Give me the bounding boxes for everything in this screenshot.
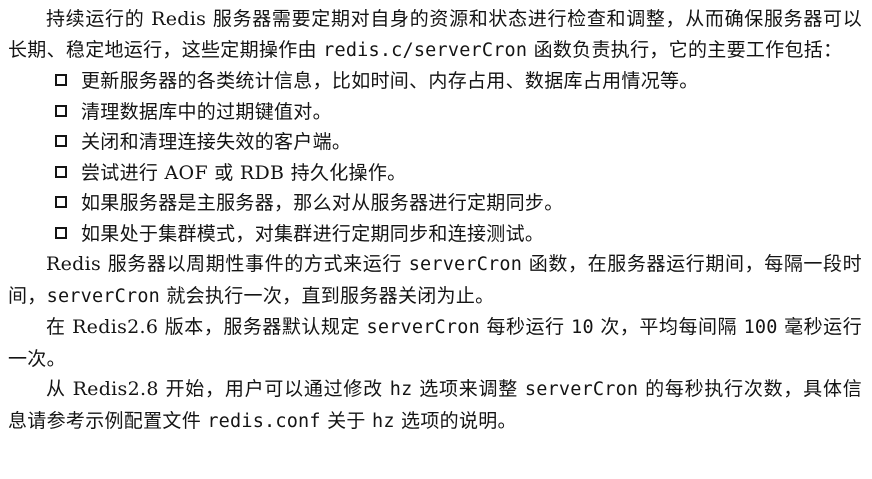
document-page: 持续运行的 Redis 服务器需要定期对自身的资源和状态进行检查和调整，从而确保…	[0, 0, 872, 479]
list-item: 清理数据库中的过期键值对。	[51, 97, 862, 128]
checkbox-icon	[55, 135, 67, 147]
redis26-paragraph: 在 Redis2.6 版本，服务器默认规定 serverCron 每秒运行 10…	[8, 316, 862, 370]
code-server-cron: serverCron	[524, 379, 639, 400]
code-server-cron: serverCron	[408, 254, 523, 275]
checkbox-icon	[55, 74, 67, 86]
checkbox-icon	[55, 165, 67, 178]
list-item: 如果处于集群模式，对集群进行定期同步和连接测试。	[51, 219, 862, 250]
checkbox-icon	[55, 226, 67, 239]
list-item: 关闭和清理连接失效的客户端。	[51, 127, 862, 158]
code-redis-conf: redis.conf	[207, 410, 321, 432]
list-item: 尝试进行 AOF 或 RDB 持久化操作。	[51, 158, 862, 189]
checkbox-icon	[55, 196, 67, 208]
list-item: 更新服务器的各类统计信息，比如时间、内存占用、数据库占用情况等。	[51, 66, 862, 97]
intro-text-2: 函数负责执行，它的主要工作包括：	[527, 38, 843, 61]
code-server-cron-path: redis.c/serverCron	[323, 39, 528, 61]
code-number-100: 100	[743, 317, 778, 338]
code-number-10: 10	[571, 317, 594, 338]
code-server-cron: serverCron	[46, 285, 160, 307]
periodic-event-paragraph: Redis 服务器以周期性事件的方式来运行 serverCron 函数，在服务器…	[8, 253, 862, 307]
intro-paragraph: 持续运行的 Redis 服务器需要定期对自身的资源和状态进行检查和调整，从而确保…	[8, 4, 862, 66]
redis28-paragraph: 从 Redis2.8 开始，用户可以通过修改 hz 选项来调整 serverCr…	[8, 378, 863, 432]
code-server-cron: serverCron	[366, 317, 480, 338]
task-list: 更新服务器的各类统计信息，比如时间、内存占用、数据库占用情况等。 清理数据库中的…	[8, 66, 862, 249]
code-hz: hz	[372, 410, 395, 432]
code-hz: hz	[389, 379, 413, 400]
list-item: 如果服务器是主服务器，那么对从服务器进行定期同步。	[51, 188, 862, 219]
checkbox-icon	[55, 104, 67, 117]
